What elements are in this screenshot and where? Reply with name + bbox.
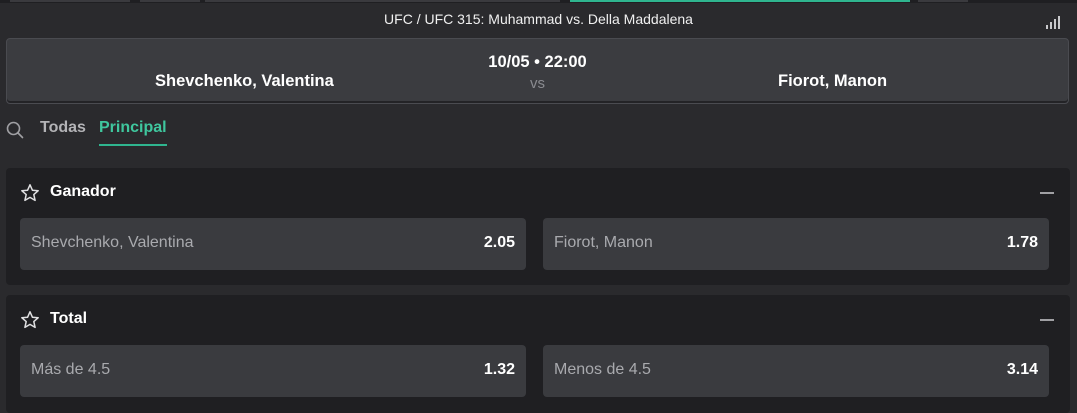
tab-todas[interactable]: Todas [40,119,86,137]
market-header[interactable]: Ganador [6,168,1070,216]
market-title: Ganador [50,183,116,200]
top-nav-strip [0,0,1077,3]
market-card-total: Total Más de 4.5 1.32 Menos de 4.5 3.14 [6,295,1070,413]
selection-odds: 3.14 [1006,361,1038,378]
odds-button[interactable]: Menos de 4.5 3.14 [543,345,1049,397]
selection-name: Más de 4.5 [31,361,111,378]
selection-odds: 1.78 [1006,234,1038,251]
nav-segment [10,0,130,2]
event-title: UFC / UFC 315: Muhammad vs. Della Maddal… [384,11,693,27]
odds-button[interactable]: Más de 4.5 1.32 [20,345,526,397]
selection-odds: 1.32 [483,361,515,378]
star-icon[interactable] [20,183,40,203]
selection-odds: 2.05 [483,234,515,251]
odds-button[interactable]: Fiorot, Manon 1.78 [543,218,1049,270]
market-title: Total [50,310,88,327]
selection-name: Shevchenko, Valentina [31,234,194,251]
tab-principal[interactable]: Principal [99,119,167,146]
nav-active-indicator [570,0,910,2]
search-icon[interactable] [6,121,24,139]
selection-name: Fiorot, Manon [554,234,653,251]
collapse-icon[interactable] [1040,319,1054,321]
market-header[interactable]: Total [6,295,1070,343]
match-datetime: 10/05 • 22:00 [488,53,587,71]
market-card-ganador: Ganador Shevchenko, Valentina 2.05 Fioro… [6,168,1070,285]
selection-name: Menos de 4.5 [554,361,651,378]
match-header: Shevchenko, Valentina 10/05 • 22:00 vs F… [6,38,1069,104]
nav-segment [140,0,200,2]
nav-segment [918,0,968,2]
collapse-icon[interactable] [1040,192,1054,194]
star-icon[interactable] [20,310,40,330]
bar-stats-icon[interactable] [1045,14,1063,30]
away-fighter-name: Fiorot, Manon [778,72,888,90]
versus-label: vs [530,75,545,92]
odds-button[interactable]: Shevchenko, Valentina 2.05 [20,218,526,270]
nav-segment [205,0,560,2]
